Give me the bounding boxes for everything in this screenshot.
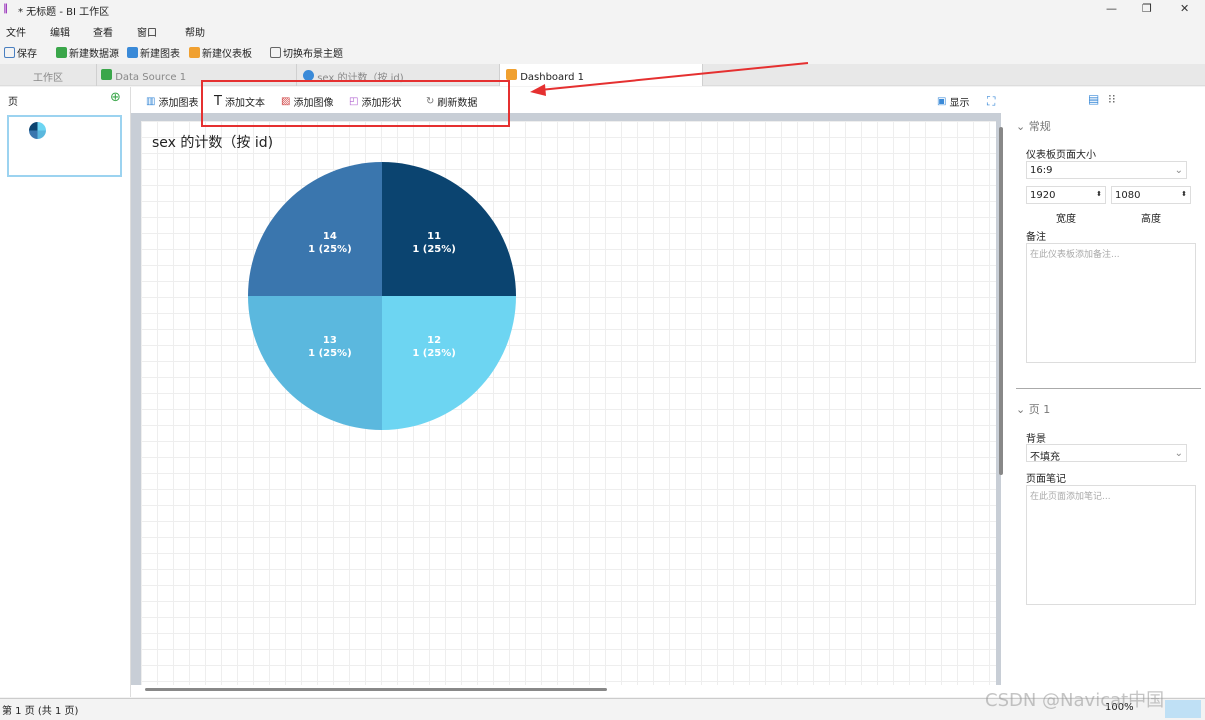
chart-icon: [127, 47, 138, 58]
add-chart-button[interactable]: ▥ 添加图表: [146, 94, 198, 109]
height-input[interactable]: 1080 ⬍: [1111, 186, 1191, 204]
page-thumbnail[interactable]: [7, 115, 122, 177]
menu-view[interactable]: 查看: [93, 24, 113, 39]
title-bar: ‖ * 无标题 - BI 工作区 — ❐ ✕: [0, 0, 1205, 20]
slice-category-label: 14: [323, 231, 337, 242]
notes-textarea[interactable]: 在此仪表板添加备注...: [1026, 243, 1196, 363]
slice-percent-label: 1 (25%): [412, 244, 456, 255]
highlight-annotation: [201, 80, 510, 127]
page-count: 第 1 页 (共 1 页): [2, 706, 79, 717]
vertical-scrollbar[interactable]: [999, 127, 1003, 475]
pages-panel: 页 ⊕ 1: [0, 87, 131, 697]
slice-category-label: 12: [427, 335, 441, 346]
theme-icon: [270, 47, 281, 58]
pages-title: 页: [8, 97, 18, 108]
layout-tab-icon[interactable]: ⁝⁝: [1108, 92, 1116, 106]
chevron-down-icon: ⌄: [1174, 448, 1183, 459]
size-label: 仪表板页面大小: [1026, 150, 1096, 161]
dashboard-icon: [506, 69, 517, 80]
spinner-icon[interactable]: ⬍: [1181, 190, 1187, 198]
pie-slice[interactable]: [382, 296, 516, 430]
height-label: 高度: [1141, 214, 1161, 225]
present-icon: ▣: [937, 96, 947, 107]
minimize-button[interactable]: —: [1106, 2, 1117, 15]
add-page-button[interactable]: ⊕: [110, 90, 121, 105]
slice-percent-label: 1 (25%): [412, 348, 456, 359]
width-value: 1920: [1030, 190, 1056, 201]
close-button[interactable]: ✕: [1180, 2, 1189, 15]
fullscreen-button[interactable]: ⛶: [987, 94, 995, 109]
thumbnail-pie-icon: [29, 122, 46, 139]
app-logo-icon: ‖: [3, 3, 8, 14]
dashboard-icon: [189, 47, 200, 58]
save-icon: [4, 47, 15, 58]
tab-workspace[interactable]: 工作区: [0, 64, 97, 86]
height-value: 1080: [1115, 190, 1141, 201]
pie-slice[interactable]: [248, 296, 382, 430]
dashboard-editor: ▥ 添加图表 T 添加文本 ▨ 添加图像 ◰ 添加形状 ↻ 刷新数据 ▣ 显示 ⛶ sex …: [131, 87, 1011, 697]
spinner-icon[interactable]: ⬍: [1096, 190, 1102, 198]
new-dashboard-label: 新建仪表板: [202, 49, 252, 60]
new-datasource-label: 新建数据源: [69, 49, 119, 60]
dashboard-page: sex 的计数（按 id) 11 1 (25%) 12 1 (25%) 13 1 (25%…: [141, 121, 996, 685]
datasource-icon: [56, 47, 67, 58]
properties-panel: ▤ ⁝⁝ ⌄ 常规 仪表板页面大小 16:9 ⌄ 1920 ⬍ 1080 ⬍ 宽度 高…: [1011, 87, 1205, 697]
menu-edit[interactable]: 编辑: [50, 24, 70, 39]
slice-category-label: 11: [427, 231, 441, 242]
new-dashboard-button[interactable]: 新建仪表板: [189, 45, 252, 60]
add-chart-label: 添加图表: [158, 98, 199, 109]
page-size-select[interactable]: 16:9 ⌄: [1026, 161, 1187, 179]
tab-label: Data Source 1: [115, 72, 187, 83]
canvas: sex 的计数（按 id) 11 1 (25%) 12 1 (25%) 13 1 (25%…: [131, 113, 1001, 685]
maximize-button[interactable]: ❐: [1142, 2, 1152, 15]
page-size-value: 16:9: [1030, 165, 1053, 176]
slice-percent-label: 1 (25%): [308, 244, 352, 255]
width-label: 宽度: [1056, 214, 1076, 225]
save-label: 保存: [17, 49, 37, 60]
watermark: CSDN @Navicat中国: [985, 690, 1165, 711]
fullscreen-icon: ⛶: [987, 94, 996, 108]
menu-file[interactable]: 文件: [6, 24, 26, 39]
menu-bar: 文件 编辑 查看 窗口 帮助: [0, 21, 1205, 39]
background-value: 不填充: [1030, 452, 1060, 463]
page-section-label: 页 1: [1028, 403, 1051, 416]
divider: [1016, 388, 1201, 389]
new-chart-label: 新建图表: [140, 49, 180, 60]
chevron-down-icon: ⌄: [1174, 165, 1183, 176]
save-button[interactable]: 保存: [4, 45, 37, 60]
page-notes-textarea[interactable]: 在此页面添加笔记...: [1026, 485, 1196, 605]
slice-percent-label: 1 (25%): [308, 348, 352, 359]
view-toggle-icon[interactable]: [1165, 700, 1201, 718]
general-label: 常规: [1028, 120, 1051, 133]
switch-theme-button[interactable]: 切换布景主题: [270, 45, 343, 60]
pie-slice[interactable]: [382, 162, 516, 296]
page-notes-label: 页面笔记: [1026, 474, 1066, 485]
background-select[interactable]: 不填充 ⌄: [1026, 444, 1187, 463]
general-section-header[interactable]: ⌄ 常规: [1016, 118, 1051, 134]
new-datasource-button[interactable]: 新建数据源: [56, 45, 119, 60]
annotation-arrow: [530, 62, 809, 96]
slice-category-label: 13: [323, 335, 337, 346]
new-chart-button[interactable]: 新建图表: [127, 45, 180, 60]
notes-label: 备注: [1026, 232, 1046, 243]
menu-help[interactable]: 帮助: [185, 24, 205, 39]
present-button[interactable]: ▣ 显示: [937, 94, 969, 109]
background-label: 背景: [1026, 434, 1046, 445]
width-input[interactable]: 1920 ⬍: [1026, 186, 1106, 204]
window-title: * 无标题 - BI 工作区: [18, 7, 110, 18]
properties-tab-icon[interactable]: ▤: [1088, 92, 1099, 106]
main-toolbar: 保存 新建数据源 新建图表 新建仪表板 切换布景主题: [0, 42, 1205, 62]
present-label: 显示: [949, 98, 970, 109]
horizontal-scrollbar[interactable]: [145, 688, 607, 691]
datasource-icon: [101, 69, 112, 80]
switch-theme-label: 切换布景主题: [283, 49, 343, 60]
menu-window[interactable]: 窗口: [137, 24, 157, 39]
pie-chart[interactable]: 11 1 (25%) 12 1 (25%) 13 1 (25%) 14 1 (25%): [141, 121, 996, 685]
page-section-header[interactable]: ⌄ 页 1: [1016, 401, 1050, 417]
chart-icon: ▥: [146, 96, 156, 107]
pie-slice[interactable]: [248, 162, 382, 296]
